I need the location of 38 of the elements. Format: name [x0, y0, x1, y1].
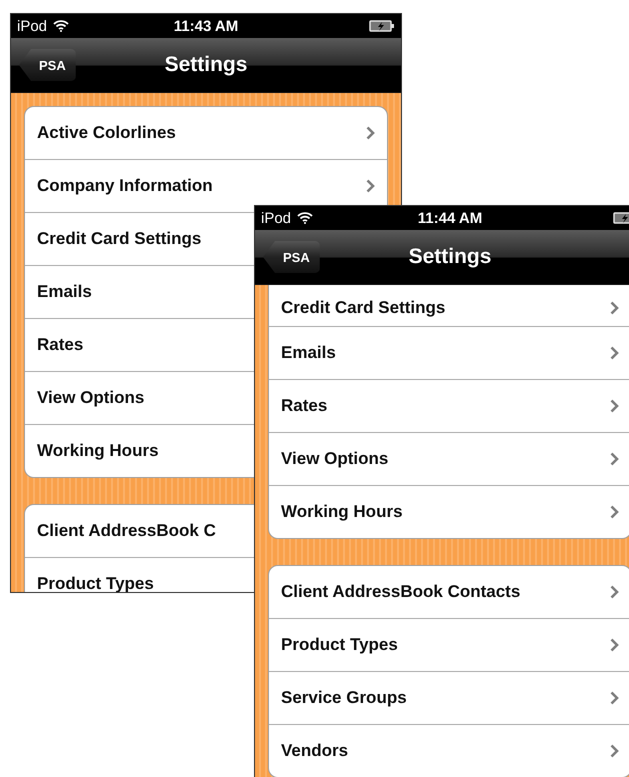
nav-title: Settings [164, 53, 248, 77]
back-button[interactable]: PSA [19, 49, 76, 81]
row-label: Working Hours [37, 441, 159, 461]
settings-row[interactable]: Emails [269, 326, 629, 379]
row-label: Product Types [281, 635, 398, 655]
row-label: Client AddressBook C [37, 521, 216, 541]
settings-row[interactable]: Credit Card Settings [269, 285, 629, 326]
row-label: Emails [37, 282, 92, 302]
row-label: Company Information [37, 176, 213, 196]
clock-time: 11:44 AM [418, 210, 482, 226]
settings-row[interactable]: Rates [269, 379, 629, 432]
settings-row[interactable]: Service Groups [269, 671, 629, 724]
back-button[interactable]: PSA [263, 241, 320, 273]
settings-row[interactable]: Working Hours [269, 485, 629, 538]
settings-row[interactable]: Product Types [269, 618, 629, 671]
row-label: Rates [37, 335, 84, 355]
row-label: Emails [281, 343, 336, 363]
battery-icon [369, 20, 395, 32]
carrier-label: iPod [261, 210, 292, 226]
row-label: Credit Card Settings [37, 229, 202, 249]
row-label: Rates [281, 396, 328, 416]
row-label: Active Colorlines [37, 123, 176, 143]
carrier-label: iPod [17, 18, 48, 34]
row-label: View Options [37, 388, 144, 408]
settings-row[interactable]: Active Colorlines [25, 107, 387, 159]
settings-row[interactable]: Client AddressBook Contacts [269, 566, 629, 618]
wifi-icon [53, 20, 70, 32]
row-label: View Options [281, 449, 388, 469]
row-label: Working Hours [281, 502, 403, 522]
row-label: Credit Card Settings [281, 298, 446, 318]
row-label: Service Groups [281, 688, 407, 708]
settings-row[interactable]: View Options [269, 432, 629, 485]
row-label: Vendors [281, 741, 348, 761]
clock-time: 11:43 AM [174, 18, 238, 34]
nav-title: Settings [408, 245, 492, 269]
row-label: Client AddressBook Contacts [281, 582, 520, 602]
settings-row[interactable]: Vendors [269, 724, 629, 777]
wifi-icon [297, 212, 314, 224]
